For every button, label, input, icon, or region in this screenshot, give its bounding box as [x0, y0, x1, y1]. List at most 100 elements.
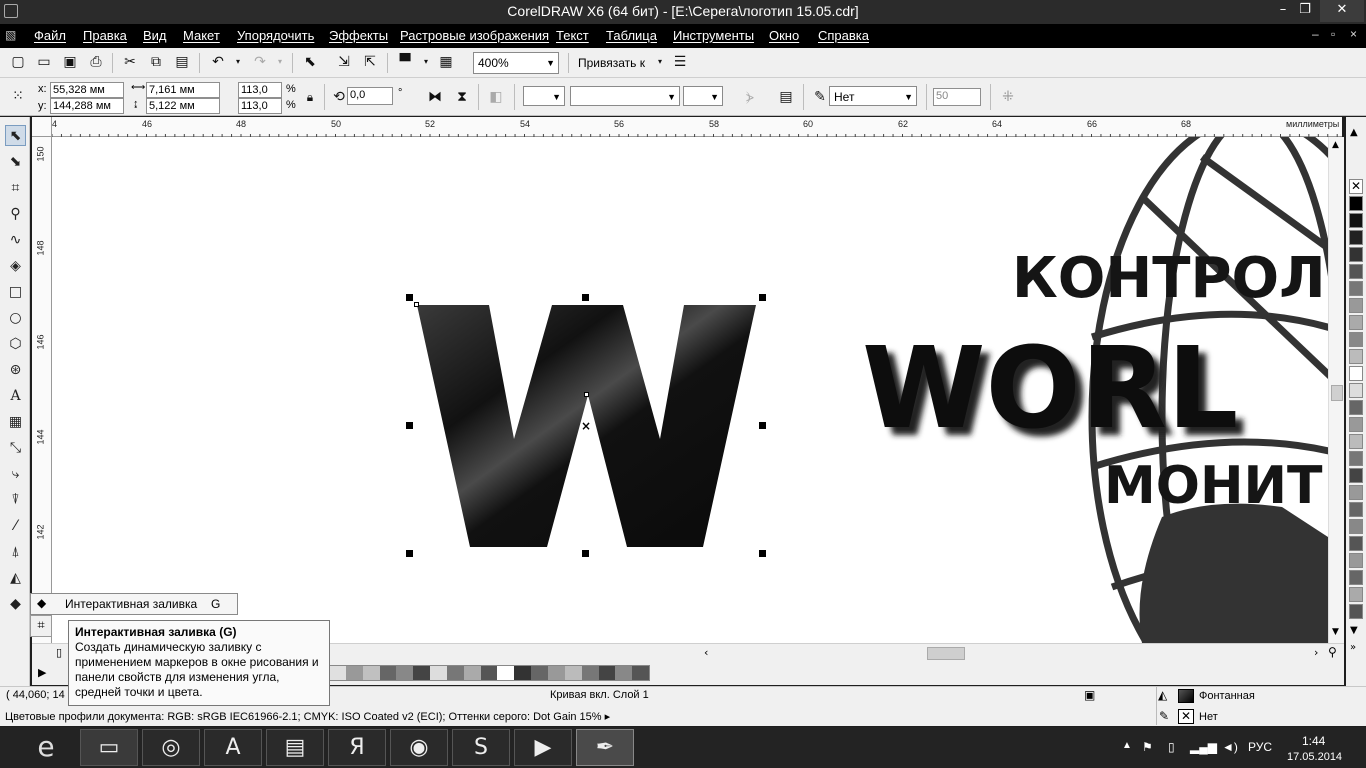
fill-tool-icon[interactable]: ◭ — [5, 568, 26, 589]
text-tool-icon[interactable]: A — [5, 386, 26, 407]
import-icon[interactable]: ⇲ — [334, 52, 354, 72]
color-profiles-info[interactable]: Цветовые профили документа: RGB: sRGB IE… — [5, 710, 610, 723]
media-player-icon[interactable]: ▶ — [514, 729, 572, 766]
crop-tool-icon[interactable]: ⌗ — [5, 178, 26, 199]
application-launcher-icon[interactable]: ▀ — [395, 52, 415, 72]
doc-close-button[interactable]: × — [1350, 27, 1357, 41]
width-field[interactable]: 7,161 мм — [146, 82, 220, 98]
menu-window[interactable]: Окно — [769, 28, 799, 43]
zoom-level-select[interactable]: 400% ▼ — [473, 52, 559, 74]
action-center-icon[interactable]: ⚑ — [1142, 740, 1153, 754]
show-hidden-icons[interactable]: ▲ — [1122, 740, 1132, 751]
volume-icon[interactable]: ◄) — [1222, 740, 1238, 754]
snap-dropdown-icon[interactable]: ▾ — [650, 52, 670, 72]
color-swatch[interactable] — [1349, 315, 1363, 330]
color-swatch[interactable] — [1349, 264, 1363, 279]
color-swatch[interactable] — [1349, 400, 1363, 415]
color-swatch[interactable] — [1349, 536, 1363, 551]
scroll-down-icon[interactable]: ▼ — [1332, 627, 1339, 637]
freeze-transparency-icon[interactable]: ⁜ — [998, 87, 1018, 107]
menu-table[interactable]: Таблица — [606, 28, 657, 43]
color-swatch[interactable] — [1349, 468, 1363, 483]
eyedropper-tool-icon[interactable]: ⁄ — [5, 516, 26, 537]
palette-expand-icon[interactable]: » — [1350, 642, 1356, 653]
doc-minimize-button[interactable]: – — [1312, 27, 1319, 41]
color-swatch[interactable] — [1349, 247, 1363, 262]
yandex-browser-icon[interactable]: Я — [328, 729, 386, 766]
connector-tool-icon[interactable]: ⤷ — [5, 464, 26, 485]
scroll-up-icon[interactable]: ▲ — [1332, 140, 1339, 150]
open-icon[interactable]: ▭ — [34, 52, 54, 72]
print-icon[interactable]: ⎙ — [86, 52, 106, 72]
play-icon[interactable]: ▶ — [38, 666, 46, 679]
selection-handle[interactable] — [582, 550, 589, 557]
color-swatch[interactable] — [1349, 383, 1363, 398]
pick-tool-icon[interactable]: ⬉ — [5, 125, 26, 146]
curve-node[interactable] — [414, 302, 419, 307]
mirror-horizontal-icon[interactable]: ⧓ — [425, 87, 445, 107]
mirror-vertical-icon[interactable]: ⧗ — [452, 87, 472, 107]
vertical-scrollbar[interactable]: ▲ ▼ — [1328, 137, 1344, 643]
scroll-left-icon[interactable]: ‹ — [704, 646, 708, 659]
internet-explorer-icon[interactable]: e — [26, 729, 66, 766]
photo-paint-icon[interactable]: ▤ — [266, 729, 324, 766]
outline-tool-icon[interactable]: ⍋ — [5, 542, 26, 563]
interactive-fill-tool-icon[interactable]: ◆ — [5, 594, 26, 615]
menu-file[interactable]: Файл — [34, 28, 66, 43]
undo-icon[interactable]: ↶ — [208, 52, 228, 72]
freehand-tool-icon[interactable]: ∿ — [5, 230, 26, 251]
undo-dropdown-icon[interactable]: ▾ — [228, 52, 248, 72]
input-language[interactable]: РУС — [1248, 740, 1272, 754]
doc-restore-button[interactable]: ▫ — [1331, 27, 1335, 41]
mesh-fill-icon[interactable]: ⌗ — [30, 615, 52, 637]
ellipse-tool-icon[interactable]: ○ — [5, 308, 26, 329]
selection-handle[interactable] — [759, 550, 766, 557]
basic-shapes-tool-icon[interactable]: ⊛ — [5, 360, 26, 381]
outline-width-select[interactable]: ▼ — [570, 86, 680, 106]
wrap-paragraph-icon[interactable]: ▤ — [776, 87, 796, 107]
export-icon[interactable]: ⇱ — [360, 52, 380, 72]
clock-time[interactable]: 1:44 — [1302, 734, 1325, 748]
options-icon[interactable]: ☰ — [670, 52, 690, 72]
color-swatch[interactable] — [1349, 332, 1363, 347]
new-document-icon[interactable]: ▢ — [8, 52, 28, 72]
rectangle-tool-icon[interactable]: □ — [5, 282, 26, 303]
dimension-tool-icon[interactable]: ⤡ — [5, 438, 26, 459]
menu-bitmaps[interactable]: Растровые изображения — [400, 28, 549, 43]
color-swatch[interactable] — [1349, 366, 1363, 381]
selection-handle[interactable] — [406, 550, 413, 557]
menu-tools[interactable]: Инструменты — [673, 28, 754, 43]
color-swatch[interactable] — [1349, 519, 1363, 534]
menu-help[interactable]: Справка — [818, 28, 869, 43]
horizontal-scroll-thumb[interactable] — [927, 647, 965, 660]
color-swatch[interactable] — [1349, 587, 1363, 602]
navigator-icon[interactable]: ⚲ — [1328, 645, 1337, 659]
color-swatch[interactable] — [1349, 281, 1363, 296]
transparency-field[interactable]: 50 — [933, 88, 981, 106]
object-origin-icon[interactable]: ⁙ — [8, 86, 28, 106]
text-wrap-icon[interactable]: ⦔ — [740, 87, 760, 107]
color-swatch[interactable] — [1349, 604, 1363, 619]
selection-handle[interactable] — [759, 422, 766, 429]
color-swatch[interactable] — [1349, 434, 1363, 449]
color-swatch[interactable] — [1349, 570, 1363, 585]
palette-scroll-down-icon[interactable]: ▼ — [1350, 625, 1358, 636]
redo-icon[interactable]: ↷ — [250, 52, 270, 72]
table-tool-icon[interactable]: ▦ — [5, 412, 26, 433]
menu-text[interactable]: Текст — [556, 28, 589, 43]
menu-edit[interactable]: Правка — [83, 28, 127, 43]
document-icon[interactable]: ▧ — [5, 28, 16, 42]
no-color-swatch[interactable]: ✕ — [1349, 179, 1363, 194]
scroll-thumb[interactable] — [1331, 385, 1343, 401]
smart-fill-tool-icon[interactable]: ◈ — [5, 256, 26, 277]
scale-x-field[interactable]: 113,0 — [238, 82, 282, 98]
x-position-field[interactable]: 55,328 мм — [50, 82, 124, 98]
polygon-tool-icon[interactable]: ⬡ — [5, 334, 26, 355]
selection-handle[interactable] — [759, 294, 766, 301]
scroll-right-icon[interactable]: › — [1314, 646, 1318, 659]
full-screen-preview-icon[interactable]: ▦ — [436, 52, 456, 72]
selection-handle[interactable] — [582, 294, 589, 301]
color-swatch[interactable] — [1349, 298, 1363, 313]
paste-icon[interactable]: ▤ — [172, 52, 192, 72]
battery-icon[interactable]: ▯ — [1168, 740, 1175, 754]
